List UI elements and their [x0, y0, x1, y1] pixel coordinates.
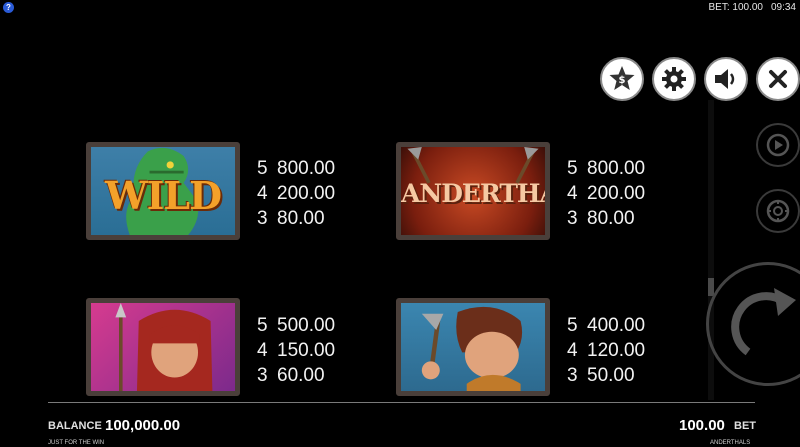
brand-left: JUST FOR THE WIN: [48, 440, 105, 446]
status-bet: BET: 100.00: [708, 2, 763, 13]
pay-count: 3: [567, 365, 578, 386]
pay-row: 3 60.00: [257, 363, 335, 388]
gear-icon: [662, 67, 686, 91]
symbol-logo-tile: ANDERTHALS: [396, 142, 550, 240]
sound-button[interactable]: [704, 57, 748, 101]
pay-row: 3 50.00: [567, 363, 645, 388]
paytable-man: 5 400.00 4 120.00 3 50.00: [567, 313, 645, 388]
balance-label: BALANCE: [48, 420, 102, 432]
autoplay-button[interactable]: [756, 123, 800, 167]
pay-count: 4: [257, 340, 268, 361]
pay-amount: 400.00: [587, 315, 646, 336]
pay-row: 4 150.00: [257, 338, 335, 363]
pay-count: 5: [257, 158, 268, 179]
close-button[interactable]: [756, 57, 800, 101]
pay-amount: 500.00: [277, 315, 336, 336]
symbol-man-tile: [396, 298, 550, 396]
pay-count: 3: [257, 208, 268, 229]
pay-row: 3 80.00: [567, 206, 645, 231]
svg-text:$: $: [619, 75, 626, 86]
pay-count: 4: [257, 183, 268, 204]
spin-arrow-icon: [731, 288, 796, 356]
status-time: 09:34: [770, 2, 796, 13]
autoplay-icon: [766, 133, 790, 157]
balance-value: 100,000.00: [105, 417, 181, 434]
paytable-logo: 5 800.00 4 200.00 3 80.00: [567, 156, 645, 231]
pay-count: 5: [257, 315, 268, 336]
cavewoman-icon: [115, 303, 213, 391]
pay-count: 4: [567, 340, 578, 361]
pay-amount: 50.00: [587, 365, 635, 386]
symbol-woman-tile: [86, 298, 240, 396]
pay-row: 5 400.00: [567, 313, 645, 338]
pay-row: 4 120.00: [567, 338, 645, 363]
bottom-divider: [48, 402, 755, 403]
pay-row: 5 800.00: [257, 156, 335, 181]
logo-label: ANDERTHALS: [401, 179, 545, 208]
paytable-wild: 5 800.00 4 200.00 3 80.00: [257, 156, 335, 231]
pay-count: 5: [567, 315, 578, 336]
pay-count: 3: [567, 208, 578, 229]
pay-row: 5 500.00: [257, 313, 335, 338]
pay-amount: 150.00: [277, 340, 336, 361]
bet-value[interactable]: 100.00: [679, 417, 725, 434]
pay-row: 5 800.00: [567, 156, 645, 181]
wild-label: WILD: [104, 173, 222, 218]
coin-button[interactable]: [756, 189, 800, 233]
bet-label: BET: [734, 420, 756, 432]
pay-amount: 200.00: [277, 183, 336, 204]
pay-count: 3: [257, 365, 268, 386]
pay-amount: 120.00: [587, 340, 646, 361]
pay-row: 3 80.00: [257, 206, 335, 231]
pay-amount: 800.00: [277, 158, 336, 179]
spin-button[interactable]: [706, 262, 800, 386]
pay-count: 4: [567, 183, 578, 204]
pay-amount: 800.00: [587, 158, 646, 179]
dollar-star-icon: $: [609, 66, 635, 90]
pay-row: 4 200.00: [567, 181, 645, 206]
close-icon: [769, 70, 787, 88]
cashier-button[interactable]: $: [600, 57, 644, 101]
coin-icon: [766, 199, 790, 223]
pay-amount: 200.00: [587, 183, 646, 204]
brand-right: ANDERTHALS: [710, 440, 751, 446]
pay-count: 5: [567, 158, 578, 179]
pay-amount: 60.00: [277, 365, 325, 386]
symbol-wild-tile: WILD: [86, 142, 240, 240]
paytable-woman: 5 500.00 4 150.00 3 60.00: [257, 313, 335, 388]
pay-amount: 80.00: [587, 208, 635, 229]
caveman-icon: [421, 306, 523, 391]
status-bar: BET: 100.00 09:34: [708, 2, 796, 13]
speaker-icon: [715, 69, 735, 89]
pay-amount: 80.00: [277, 208, 325, 229]
settings-button[interactable]: [652, 57, 696, 101]
pay-row: 4 200.00: [257, 181, 335, 206]
help-icon[interactable]: ?: [3, 2, 14, 13]
